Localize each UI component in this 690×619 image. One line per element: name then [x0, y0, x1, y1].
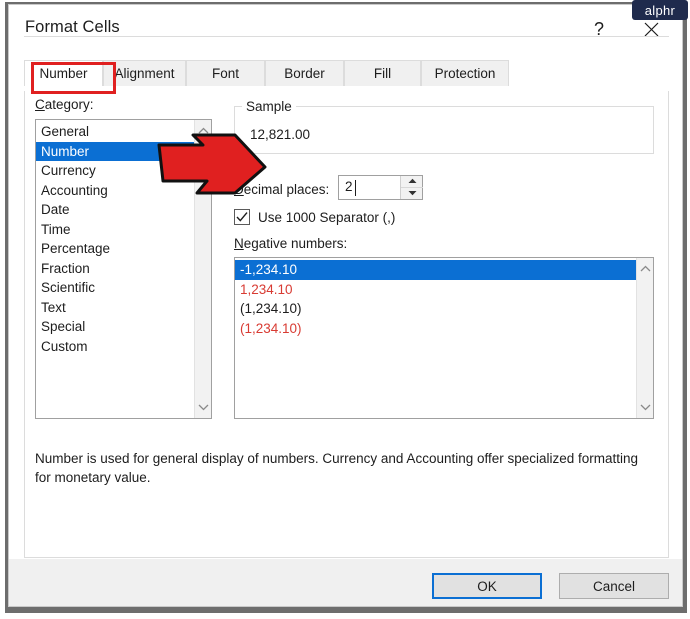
negative-format-option-3[interactable]: (1,234.10) [235, 299, 636, 319]
thousands-separator-label: Use 1000 Separator (,) [258, 209, 396, 225]
category-item-custom[interactable]: Custom [36, 337, 194, 357]
tab-label: Alignment [114, 66, 175, 81]
tab-alignment[interactable]: Alignment [103, 60, 186, 86]
category-item-general[interactable]: General [36, 122, 194, 142]
category-item-number[interactable]: Number [36, 141, 194, 161]
negative-numbers-listbox[interactable]: -1,234.10 1,234.10 (1,234.10) (1,234.10) [234, 257, 654, 419]
tab-number[interactable]: Number [24, 60, 103, 86]
category-description: Number is used for general display of nu… [35, 451, 639, 485]
negative-numbers-scrollbar[interactable] [636, 258, 653, 418]
dialog-footer: OK Cancel [9, 559, 682, 606]
scroll-down-icon[interactable] [637, 399, 653, 416]
spinner-increment-button[interactable] [401, 176, 423, 188]
sample-legend: Sample [242, 99, 296, 114]
decimal-places-value: 2 [345, 179, 353, 194]
decimal-places-label: Decimal places: [234, 182, 330, 197]
ok-button-label: OK [477, 578, 497, 594]
negative-format-option-2[interactable]: 1,234.10 [235, 280, 636, 300]
tab-strip: Number Alignment Font Border Fill Protec… [24, 60, 682, 86]
checkmark-icon [236, 212, 248, 222]
negative-format-option-1[interactable]: -1,234.10 [235, 260, 636, 280]
spinner-buttons [400, 176, 423, 200]
scroll-down-icon[interactable] [195, 399, 211, 416]
scroll-up-icon[interactable] [637, 260, 653, 277]
cancel-button[interactable]: Cancel [559, 573, 669, 599]
ok-button[interactable]: OK [432, 573, 542, 599]
number-tab-panel: Category: General Number Currency Accoun… [24, 91, 669, 558]
negative-numbers-label: Negative numbers: [234, 236, 348, 251]
tab-strip-underline [24, 36, 669, 37]
spinner-decrement-button[interactable] [401, 188, 423, 200]
sample-value: 12,821.00 [250, 127, 311, 142]
category-item-time[interactable]: Time [36, 220, 194, 240]
text-caret [355, 180, 356, 196]
tab-label: Number [39, 66, 88, 81]
category-item-date[interactable]: Date [36, 200, 194, 220]
tab-fill[interactable]: Fill [344, 60, 421, 86]
thousands-separator-checkbox[interactable] [234, 209, 250, 225]
scroll-up-icon[interactable] [195, 122, 211, 139]
category-label: Category: [35, 97, 94, 112]
format-cells-dialog: Format Cells ? Number Alignment Font Bor… [8, 4, 683, 607]
thousands-separator-row[interactable]: Use 1000 Separator (,) [234, 209, 395, 225]
cancel-button-label: Cancel [592, 578, 636, 594]
category-item-scientific[interactable]: Scientific [36, 278, 194, 298]
negative-numbers-list-items: -1,234.10 1,234.10 (1,234.10) (1,234.10) [235, 258, 636, 418]
tab-label: Protection [434, 66, 496, 81]
title-bar: Format Cells ? [9, 5, 682, 55]
category-scrollbar[interactable] [194, 120, 211, 418]
tab-label: Fill [373, 66, 392, 81]
category-item-special[interactable]: Special [36, 317, 194, 337]
screenshot-root: Format Cells ? Number Alignment Font Bor… [0, 0, 690, 619]
category-item-accounting[interactable]: Accounting [36, 181, 194, 201]
tab-protection[interactable]: Protection [421, 60, 509, 86]
negative-format-option-4[interactable]: (1,234.10) [235, 319, 636, 339]
dialog-title: Format Cells [25, 18, 120, 36]
decimal-places-spinner[interactable]: 2 [338, 175, 423, 200]
category-item-fraction[interactable]: Fraction [36, 259, 194, 279]
category-listbox[interactable]: General Number Currency Accounting Date … [35, 119, 212, 419]
close-x-icon [644, 22, 659, 37]
tab-label: Border [284, 66, 325, 81]
category-item-text[interactable]: Text [36, 298, 194, 318]
alphr-watermark: alphr [632, 0, 688, 20]
category-list-items: General Number Currency Accounting Date … [36, 120, 194, 418]
tab-border[interactable]: Border [265, 60, 344, 86]
category-item-percentage[interactable]: Percentage [36, 239, 194, 259]
tab-label: Font [211, 66, 239, 81]
help-button[interactable]: ? [582, 14, 616, 44]
category-item-currency[interactable]: Currency [36, 161, 194, 181]
watermark-text: alphr [644, 2, 676, 18]
tab-font[interactable]: Font [186, 60, 265, 86]
